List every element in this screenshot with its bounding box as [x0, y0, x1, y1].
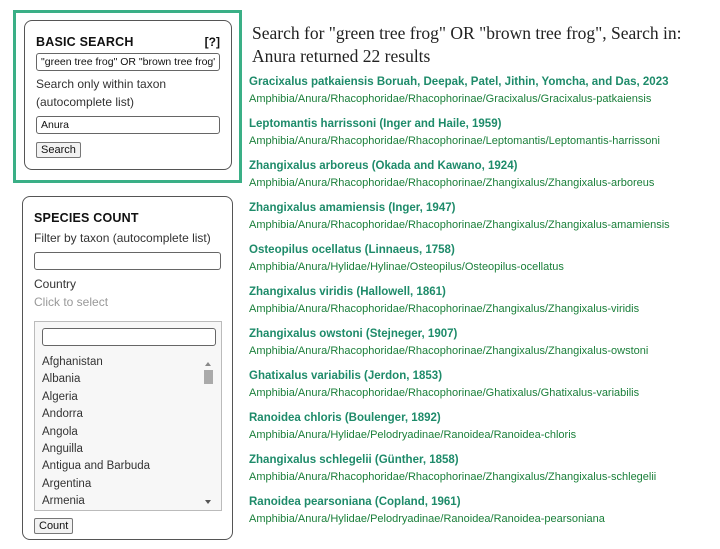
country-option[interactable]: Angola — [42, 424, 202, 441]
result-item: Zhangixalus schlegelii (Günther, 1858) A… — [249, 452, 717, 486]
country-hint: Click to select — [34, 295, 109, 309]
result-path-link[interactable]: Amphibia/Anura/Rhacophoridae/Rhacophorin… — [249, 301, 717, 318]
country-select[interactable]: Afghanistan Albania Algeria Andorra Ango… — [34, 321, 222, 511]
results-heading: Search for "green tree frog" OR "brown t… — [252, 23, 682, 66]
result-name-link[interactable]: Ranoidea pearsoniana (Copland, 1961) — [249, 494, 717, 511]
country-search-input[interactable] — [42, 328, 216, 346]
country-label: Country — [34, 277, 77, 291]
result-path-link[interactable]: Amphibia/Anura/Rhacophoridae/Rhacophorin… — [249, 217, 717, 234]
country-list: Afghanistan Albania Algeria Andorra Ango… — [42, 354, 202, 510]
result-path-link[interactable]: Amphibia/Anura/Rhacophoridae/Rhacophorin… — [249, 469, 717, 486]
result-name-link[interactable]: Zhangixalus owstoni (Stejneger, 1907) — [249, 326, 717, 343]
result-name-link[interactable]: Zhangixalus arboreus (Okada and Kawano, … — [249, 158, 717, 175]
basic-search-title: BASIC SEARCH — [36, 35, 134, 49]
result-name-link[interactable]: Zhangixalus amamiensis (Inger, 1947) — [249, 200, 717, 217]
result-name-link[interactable]: Zhangixalus viridis (Hallowell, 1861) — [249, 284, 717, 301]
country-option[interactable]: Anguilla — [42, 441, 202, 458]
country-scrollbar[interactable] — [203, 362, 215, 504]
result-path-link[interactable]: Amphibia/Anura/Rhacophoridae/Rhacophorin… — [249, 175, 717, 192]
country-option[interactable]: Afghanistan — [42, 354, 202, 371]
results-area: Search for "green tree frog" OR "brown t… — [249, 22, 717, 536]
filter-taxon-input[interactable] — [34, 252, 221, 270]
basic-search-panel: BASIC SEARCH [?] Search only within taxo… — [24, 20, 232, 170]
country-option[interactable]: Antigua and Barbuda — [42, 458, 202, 475]
scroll-thumb[interactable] — [204, 370, 213, 384]
result-path-link[interactable]: Amphibia/Anura/Rhacophoridae/Rhacophorin… — [249, 133, 717, 150]
result-item: Gracixalus patkaiensis Boruah, Deepak, P… — [249, 74, 717, 108]
result-item: Ranoidea chloris (Boulenger, 1892) Amphi… — [249, 410, 717, 444]
result-path-link[interactable]: Amphibia/Anura/Rhacophoridae/Rhacophorin… — [249, 91, 717, 108]
species-count-panel: SPECIES COUNT Filter by taxon (autocompl… — [22, 196, 233, 540]
country-option[interactable]: Argentina — [42, 476, 202, 493]
result-item: Zhangixalus owstoni (Stejneger, 1907) Am… — [249, 326, 717, 360]
scroll-up-icon[interactable] — [205, 362, 211, 366]
species-count-title: SPECIES COUNT — [34, 211, 139, 225]
filter-taxon-label: Filter by taxon (autocomplete list) — [34, 231, 211, 245]
country-option[interactable]: Algeria — [42, 389, 202, 406]
result-name-link[interactable]: Leptomantis harrissoni (Inger and Haile,… — [249, 116, 717, 133]
result-item: Zhangixalus viridis (Hallowell, 1861) Am… — [249, 284, 717, 318]
country-option[interactable]: Albania — [42, 371, 202, 388]
taxon-filter-label: Search only within taxon (autocomplete l… — [36, 77, 167, 109]
taxon-input[interactable] — [36, 116, 220, 134]
basic-search-highlight: BASIC SEARCH [?] Search only within taxo… — [13, 10, 242, 183]
result-item: Zhangixalus amamiensis (Inger, 1947) Amp… — [249, 200, 717, 234]
result-name-link[interactable]: Ranoidea chloris (Boulenger, 1892) — [249, 410, 717, 427]
search-button[interactable]: Search — [36, 142, 81, 158]
result-item: Ghatixalus variabilis (Jerdon, 1853) Amp… — [249, 368, 717, 402]
scroll-down-icon[interactable] — [205, 500, 211, 504]
result-name-link[interactable]: Ghatixalus variabilis (Jerdon, 1853) — [249, 368, 717, 385]
result-path-link[interactable]: Amphibia/Anura/Hylidae/Hylinae/Osteopilu… — [249, 259, 717, 276]
help-link[interactable]: [?] — [205, 35, 220, 49]
result-path-link[interactable]: Amphibia/Anura/Hylidae/Pelodryadinae/Ran… — [249, 427, 717, 444]
result-path-link[interactable]: Amphibia/Anura/Hylidae/Pelodryadinae/Ran… — [249, 511, 717, 528]
result-item: Leptomantis harrissoni (Inger and Haile,… — [249, 116, 717, 150]
count-button[interactable]: Count — [34, 518, 74, 534]
result-path-link[interactable]: Amphibia/Anura/Rhacophoridae/Rhacophorin… — [249, 385, 717, 402]
result-item: Zhangixalus arboreus (Okada and Kawano, … — [249, 158, 717, 192]
result-item: Ranoidea pearsoniana (Copland, 1961) Amp… — [249, 494, 717, 528]
result-name-link[interactable]: Zhangixalus schlegelii (Günther, 1858) — [249, 452, 717, 469]
result-name-link[interactable]: Osteopilus ocellatus (Linnaeus, 1758) — [249, 242, 717, 259]
result-name-link[interactable]: Gracixalus patkaiensis Boruah, Deepak, P… — [249, 74, 717, 91]
country-option[interactable]: Armenia — [42, 493, 202, 510]
result-path-link[interactable]: Amphibia/Anura/Rhacophoridae/Rhacophorin… — [249, 343, 717, 360]
result-item: Osteopilus ocellatus (Linnaeus, 1758) Am… — [249, 242, 717, 276]
country-option[interactable]: Andorra — [42, 406, 202, 423]
search-query-input[interactable] — [36, 53, 220, 71]
